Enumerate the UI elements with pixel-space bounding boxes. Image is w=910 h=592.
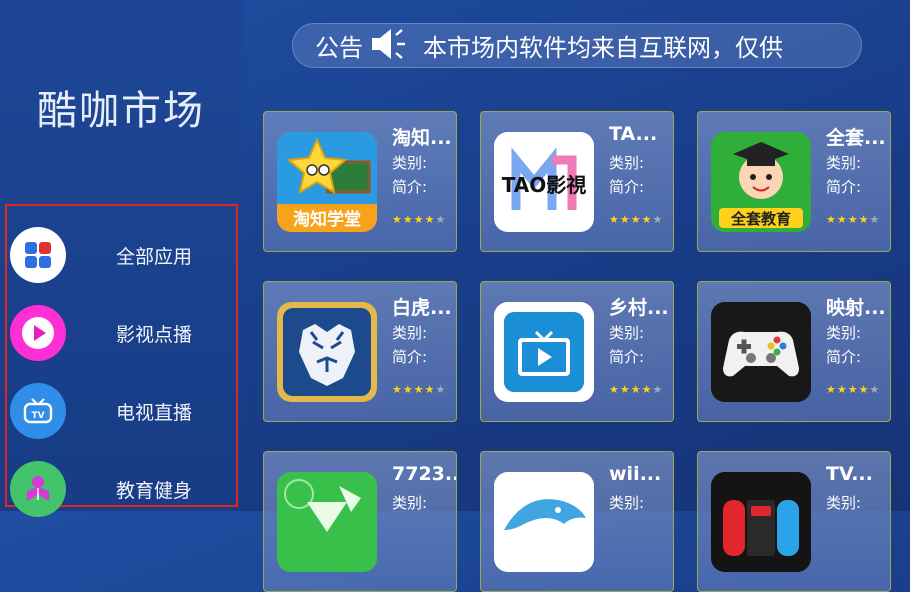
svg-text:TV: TV xyxy=(31,411,44,421)
app-description-label: 简介: xyxy=(609,178,645,196)
app-category-label: 类别: xyxy=(392,154,428,172)
app-category-label: 类别: xyxy=(826,494,862,512)
app-name: wii... xyxy=(609,463,662,485)
app-category-label: 类别: xyxy=(609,494,645,512)
svg-text:TAO影視: TAO影視 xyxy=(502,173,587,197)
category-video-on-demand[interactable]: 影视点播 xyxy=(10,303,230,363)
app-description-label: 简介: xyxy=(392,178,428,196)
white-tiger-icon xyxy=(277,302,377,402)
green-game-icon xyxy=(277,472,377,572)
rating-stars: ★★★★★ xyxy=(609,383,664,396)
app-card[interactable]: 7723... 类别: xyxy=(263,451,457,592)
app-description-label: 简介: xyxy=(826,348,862,366)
app-category-label: 类别: xyxy=(392,494,428,512)
play-icon xyxy=(10,305,66,361)
category-label: 电视直播 xyxy=(116,401,193,424)
announcement-text: 本市场内软件均来自互联网，仅供 xyxy=(423,34,783,62)
category-label: 影视点播 xyxy=(116,323,193,346)
gamepad-icon xyxy=(711,302,811,402)
app-card[interactable]: wii... 类别: xyxy=(480,451,674,592)
app-card[interactable]: 淘知学堂 淘知... 类别: 简介: ★★★★★ xyxy=(263,111,457,252)
rating-stars: ★★★★★ xyxy=(392,383,447,396)
dolphin-icon xyxy=(494,472,594,572)
rating-stars: ★★★★★ xyxy=(826,383,881,396)
svg-text:淘知学堂: 淘知学堂 xyxy=(293,209,361,230)
app-name: 7723... xyxy=(392,463,456,485)
reading-person-icon xyxy=(10,461,66,517)
app-name: 全套... xyxy=(826,127,886,149)
app-name: 乡村... xyxy=(609,297,669,319)
app-name: TV... xyxy=(826,463,873,485)
switch-console-icon xyxy=(711,472,811,572)
app-description-label: 简介: xyxy=(609,348,645,366)
category-education-fitness[interactable]: 教育健身 xyxy=(10,459,230,519)
app-name: TA... xyxy=(609,123,658,145)
category-label: 教育健身 xyxy=(116,479,193,502)
app-category-label: 类别: xyxy=(609,324,645,342)
rating-stars: ★★★★★ xyxy=(392,213,447,226)
app-name: 淘知... xyxy=(392,127,452,149)
app-card[interactable]: TAO影視 TA... 类别: 简介: ★★★★★ xyxy=(480,111,674,252)
app-card[interactable]: 乡村... 类别: 简介: ★★★★★ xyxy=(480,281,674,422)
app-card[interactable]: 全套教育 全套... 类别: 简介: ★★★★★ xyxy=(697,111,891,252)
app-category-label: 类别: xyxy=(826,154,862,172)
app-category-label: 类别: xyxy=(826,324,862,342)
category-all-apps[interactable]: 全部应用 xyxy=(10,225,230,285)
sidebar: 酷咖市场 全部应用 影视点播 TV 电视直播 教育健身 xyxy=(0,0,242,517)
app-description-label: 简介: xyxy=(826,178,862,196)
app-name: 白虎... xyxy=(392,297,452,319)
app-card[interactable]: TV... 类别: xyxy=(697,451,891,592)
quantao-jiaoyu-icon: 全套教育 xyxy=(711,132,811,232)
svg-text:全套教育: 全套教育 xyxy=(730,210,791,228)
announcement-label: 公告 xyxy=(315,34,363,62)
grid-apps-icon xyxy=(10,227,66,283)
category-live-tv[interactable]: TV 电视直播 xyxy=(10,381,230,441)
announcement-bar: 公告 本市场内软件均来自互联网，仅供 xyxy=(292,23,862,68)
app-title: 酷咖市场 xyxy=(37,88,205,134)
app-card[interactable]: 白虎... 类别: 简介: ★★★★★ xyxy=(263,281,457,422)
category-label: 全部应用 xyxy=(116,245,193,268)
tv-play-icon xyxy=(494,302,594,402)
app-category-label: 类别: xyxy=(609,154,645,172)
app-description-label: 简介: xyxy=(392,348,428,366)
tao-yingshi-icon: TAO影視 xyxy=(494,132,594,232)
tv-icon: TV xyxy=(10,383,66,439)
rating-stars: ★★★★★ xyxy=(826,213,881,226)
app-card[interactable]: 映射... 类别: 简介: ★★★★★ xyxy=(697,281,891,422)
app-category-label: 类别: xyxy=(392,324,428,342)
rating-stars: ★★★★★ xyxy=(609,213,664,226)
speaker-icon xyxy=(369,26,409,66)
taozhi-xuetang-icon: 淘知学堂 xyxy=(277,132,377,232)
app-name: 映射... xyxy=(826,297,886,319)
